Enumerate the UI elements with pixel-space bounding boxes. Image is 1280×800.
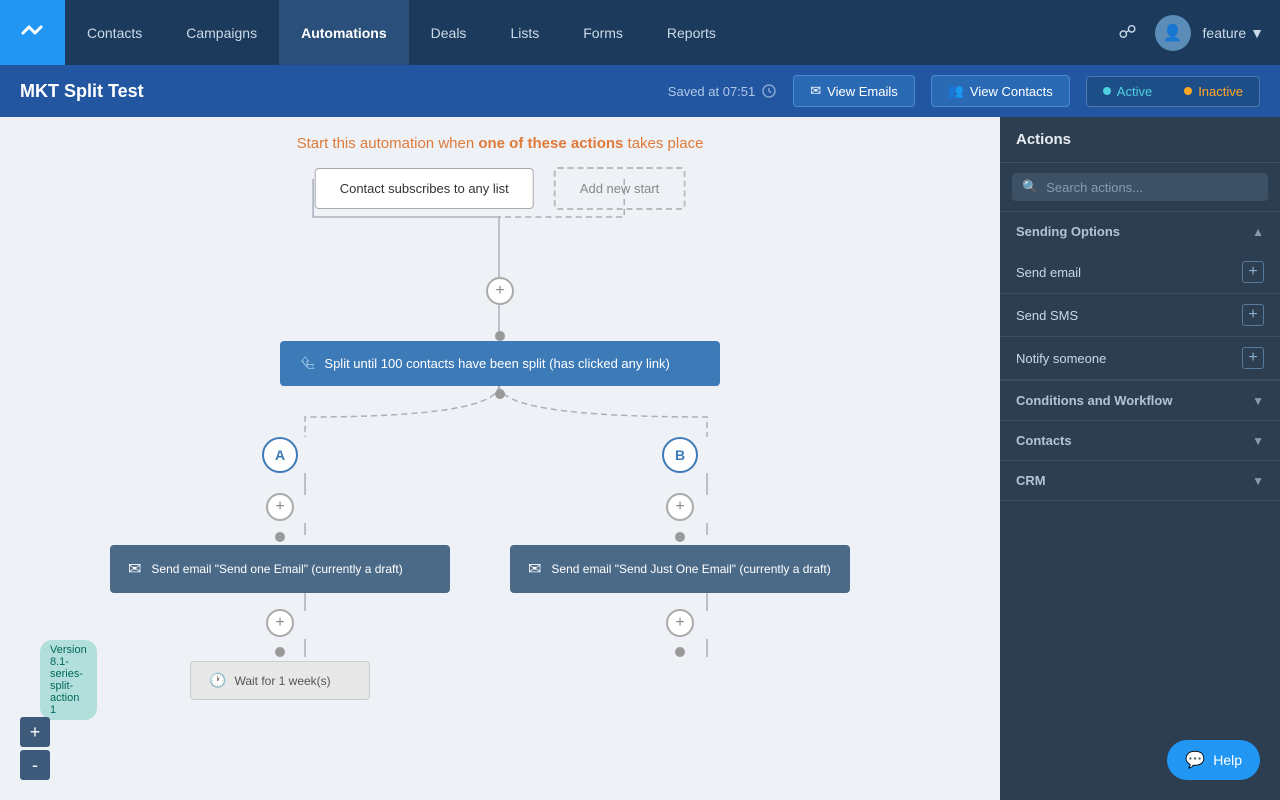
zoom-out-button[interactable]: - [20,750,50,780]
add-notify-button[interactable]: + [1242,347,1264,369]
add-step-button-b-2[interactable]: + [666,609,694,637]
user-menu[interactable]: feature ▼ [1203,25,1264,41]
avatar[interactable]: 👤 [1155,15,1191,51]
send-email-item[interactable]: Send email + [1000,251,1280,294]
crm-section: CRM ▼ [1000,461,1280,501]
email-icon: ✉ [810,83,821,99]
add-step-button-a-2[interactable]: + [266,609,294,637]
saved-info: Saved at 07:51 [668,83,777,99]
panel-search-area: 🔍 [1000,163,1280,212]
connector-dot-main [495,331,505,341]
chevron-down-icon: ▼ [1250,25,1264,41]
branch-a-label: A [262,437,298,473]
add-step-button-b[interactable]: + [666,493,694,521]
page-title: MKT Split Test [20,81,652,102]
contacts-section-header[interactable]: Contacts ▼ [1000,421,1280,460]
view-contacts-button[interactable]: 👥 View Contacts [931,75,1070,107]
chevron-down-icon-crm: ▼ [1252,474,1264,488]
split-icon: ⮴ [300,353,314,374]
add-step-button-a[interactable]: + [266,493,294,521]
wait-node-a[interactable]: 🕐 Wait for 1 week(s) [190,661,370,700]
inactive-status-button[interactable]: Inactive [1168,77,1259,106]
search-input[interactable] [1046,180,1258,195]
status-group: Active Inactive [1086,76,1260,107]
add-step-button-main[interactable]: + [486,277,514,305]
email-node-b[interactable]: ✉ Send email "Send Just One Email" (curr… [510,545,850,593]
view-emails-button[interactable]: ✉ View Emails [793,75,914,107]
connector-dot-b-2 [675,647,685,657]
conditions-workflow-section: Conditions and Workflow ▼ [1000,381,1280,421]
contacts-icon: 👥 [948,83,964,99]
connector-dot-split-bottom [495,389,505,399]
active-dot [1103,87,1111,95]
email-node-a[interactable]: ✉ Send email "Send one Email" (currently… [110,545,450,593]
version-badge: Version 8.1-series-split-action 1 [40,640,97,720]
top-navigation: Contacts Campaigns Automations Deals Lis… [0,0,1280,65]
contacts-section: Contacts ▼ [1000,421,1280,461]
sending-options-section: Sending Options ▲ Send email + Send SMS … [1000,212,1280,381]
search-icon[interactable]: ☍ [1112,16,1142,49]
send-sms-item[interactable]: Send SMS + [1000,294,1280,337]
nav-item-automations[interactable]: Automations [279,0,409,65]
nav-item-forms[interactable]: Forms [561,0,645,65]
clock-icon [761,83,777,99]
add-send-sms-button[interactable]: + [1242,304,1264,326]
notify-someone-item[interactable]: Notify someone + [1000,337,1280,380]
email-icon-b: ✉ [528,559,541,579]
subheader: MKT Split Test Saved at 07:51 ✉ View Ema… [0,65,1280,117]
connector-dot-a-2 [275,647,285,657]
logo-button[interactable] [0,0,65,65]
trigger-subscribe-box[interactable]: Contact subscribes to any list [315,168,534,209]
add-send-email-button[interactable]: + [1242,261,1264,283]
add-new-start-box[interactable]: Add new start [554,167,686,210]
connector-dot-b [675,532,685,542]
inactive-dot [1184,87,1192,95]
nav-item-reports[interactable]: Reports [645,0,738,65]
nav-item-contacts[interactable]: Contacts [65,0,164,65]
zoom-in-button[interactable]: + [20,717,50,747]
split-node[interactable]: ⮴ Split until 100 contacts have been spl… [280,341,720,386]
panel-header: Actions [1000,117,1280,163]
chevron-down-icon-contacts: ▼ [1252,434,1264,448]
nav-item-deals[interactable]: Deals [409,0,489,65]
active-status-button[interactable]: Active [1087,77,1168,106]
email-icon-a: ✉ [128,559,141,579]
connector-dot-a [275,532,285,542]
nav-item-lists[interactable]: Lists [488,0,561,65]
search-input-wrapper[interactable]: 🔍 [1012,173,1268,201]
clock-icon-wait: 🕐 [209,672,226,689]
main-layout: Start this automation when one of these … [0,117,1280,800]
right-panel: Actions 🔍 Sending Options ▲ Send email +… [1000,117,1280,800]
start-automation-text: Start this automation when one of these … [297,135,704,153]
conditions-workflow-header[interactable]: Conditions and Workflow ▼ [1000,381,1280,420]
automation-canvas[interactable]: Start this automation when one of these … [0,117,1000,800]
sending-options-header[interactable]: Sending Options ▲ [1000,212,1280,251]
help-button[interactable]: 💬 Help [1167,740,1260,780]
connectors-svg [0,117,1000,800]
help-icon: 💬 [1185,750,1205,770]
nav-right: ☍ 👤 feature ▼ [1112,15,1280,51]
nav-items: Contacts Campaigns Automations Deals Lis… [65,0,1112,65]
crm-section-header[interactable]: CRM ▼ [1000,461,1280,500]
chevron-down-icon-cw: ▼ [1252,394,1264,408]
chevron-up-icon: ▲ [1252,225,1264,239]
nav-item-campaigns[interactable]: Campaigns [164,0,279,65]
search-icon-panel: 🔍 [1022,179,1038,195]
branch-b-label: B [662,437,698,473]
